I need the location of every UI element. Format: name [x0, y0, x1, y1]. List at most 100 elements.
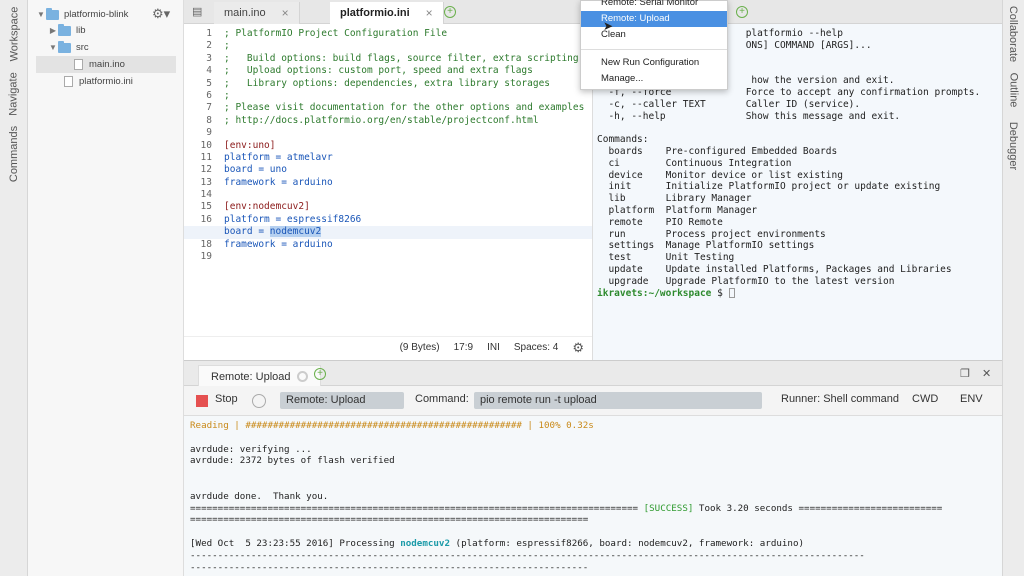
gear-icon[interactable]: ⚙▾: [152, 6, 170, 22]
file-mode[interactable]: INI: [487, 342, 500, 353]
line-number: 14: [200, 189, 212, 201]
close-icon[interactable]: ×: [282, 6, 289, 20]
mouse-cursor-icon: ➤: [603, 19, 614, 33]
new-tab-plus-icon[interactable]: +: [314, 368, 326, 380]
new-tab-plus-icon[interactable]: +: [444, 6, 456, 18]
stop-button[interactable]: Stop: [215, 393, 238, 405]
tree-item-main-ino[interactable]: main.ino: [36, 56, 176, 73]
tab-remote-upload[interactable]: Remote: Upload: [198, 365, 321, 387]
terminal-line: run Process project environments: [597, 228, 826, 240]
code-line: framework = arduino: [224, 176, 333, 188]
new-tab-plus-icon[interactable]: +: [736, 6, 748, 18]
tab-outline[interactable]: Outline: [1002, 68, 1024, 112]
tab-workspace[interactable]: Workspace: [2, 7, 26, 62]
terminal-line: upgrade Upgrade PlatformIO to the latest…: [597, 275, 895, 287]
bottom-panel-tab-bar: Remote: Upload + ❐ ✕: [184, 360, 1002, 387]
output-line: Reading | ##############################…: [190, 420, 594, 431]
close-icon[interactable]: ✕: [982, 367, 991, 380]
tab-main-ino[interactable]: main.ino ×: [214, 2, 300, 24]
chevron-right-icon[interactable]: ▶: [48, 26, 58, 35]
env-button[interactable]: ENV: [960, 393, 983, 405]
output-line: ----------------------------------------…: [190, 549, 865, 561]
tree-item-src[interactable]: ▼ src: [48, 39, 89, 56]
terminal-line: -c, --caller TEXT Caller ID (service).: [597, 98, 861, 110]
tab-label: main.ino: [224, 7, 266, 19]
tab-commands[interactable]: Commands: [2, 126, 26, 182]
terminal-line: init Initialize PlatformIO project or up…: [597, 181, 941, 193]
menu-item-manage[interactable]: Manage...: [581, 71, 727, 87]
code-line: ; Please visit documentation for the oth…: [224, 102, 585, 114]
restart-icon[interactable]: [252, 394, 266, 408]
tab-debugger[interactable]: Debugger: [1002, 120, 1024, 172]
code-line: platform = atmelavr: [224, 151, 333, 163]
terminal-line: platform Platform Manager: [597, 204, 758, 216]
tree-item-project[interactable]: ▼ platformio-blink: [36, 6, 128, 23]
menu-item-new-run-configuration[interactable]: New Run Configuration: [581, 55, 727, 71]
cwd-button[interactable]: CWD: [912, 393, 938, 405]
tab-collaborate[interactable]: Collaborate: [1002, 6, 1024, 62]
terminal-line: test Unit Testing: [597, 252, 735, 264]
success-status: [SUCCESS]: [643, 502, 694, 514]
command-input[interactable]: pio remote run -t upload: [474, 392, 762, 409]
tab-navigate[interactable]: Navigate: [2, 68, 26, 120]
chevron-down-icon[interactable]: ▼: [36, 10, 46, 19]
line-number: 2: [206, 40, 212, 52]
file-icon: [64, 76, 73, 87]
chevron-down-icon[interactable]: ▼: [48, 43, 58, 52]
output-line-success: ========================================…: [184, 503, 1002, 515]
line-number: 10: [200, 139, 212, 151]
line-number: 15: [200, 201, 212, 213]
panel-toggle-icon[interactable]: ▤: [192, 5, 202, 18]
close-icon[interactable]: ×: [426, 6, 433, 20]
line-number: 18: [200, 238, 212, 250]
file-size: (9 Bytes): [399, 342, 440, 353]
tree-item-label: lib: [76, 25, 86, 36]
code-line: ; Library options: dependencies, extra l…: [224, 77, 551, 89]
duration-text: Took 3.20 seconds: [693, 502, 799, 514]
indent-setting[interactable]: Spaces: 4: [514, 342, 558, 353]
tree-item-lib[interactable]: ▶ lib: [48, 22, 86, 39]
folder-icon: [58, 23, 71, 36]
terminal-line: update Update installed Platforms, Packa…: [597, 263, 952, 275]
code-editor[interactable]: 1 2 3 4 5 6 7 8 9 10 11 12 13 14 15 16 1…: [184, 24, 592, 360]
output-line-processing: [Wed Oct 5 23:23:55 2016] Processing nod…: [184, 538, 1002, 550]
tree-item-label: platformio-blink: [64, 9, 129, 20]
code-line: platform = espressif8266: [224, 213, 362, 225]
run-output[interactable]: Reading | ##############################…: [184, 416, 1002, 576]
editor-status-bar: (9 Bytes) 17:9 INI Spaces: 4 ⚙: [184, 336, 592, 358]
line-number: 1: [206, 28, 212, 39]
line-number: 11: [200, 151, 212, 163]
tree-item-platformio-ini[interactable]: platformio.ini: [64, 73, 133, 90]
terminal-cursor: [728, 288, 735, 299]
output-line: avrdude: 2372 bytes of flash verified: [190, 455, 395, 467]
line-number: 5: [206, 77, 212, 89]
restore-icon[interactable]: ❐: [960, 367, 970, 380]
spinner-icon: [296, 371, 308, 382]
line-number: 12: [200, 164, 212, 176]
tab-commands-label: Commands: [8, 125, 20, 183]
stop-icon[interactable]: [196, 395, 208, 407]
folder-icon: [58, 40, 71, 53]
code-content[interactable]: ; PlatformIO Project Configuration File …: [184, 28, 592, 263]
code-line-section: [env:nodemcuv2]: [224, 201, 310, 213]
output-line: ----------------------------------------…: [190, 561, 589, 573]
code-line: ; http://docs.platformio.org/en/stable/p…: [224, 114, 539, 126]
file-icon: [74, 59, 83, 70]
code-line: framework = arduino: [224, 238, 333, 250]
output-line: ========================================…: [190, 514, 589, 526]
output-line: avrdude: verifying ...: [190, 443, 312, 455]
tab-navigate-label: Navigate: [8, 72, 21, 116]
runner-selector[interactable]: Runner: Shell command: [781, 393, 899, 405]
line-number: 4: [206, 65, 212, 77]
run-name-field[interactable]: Remote: Upload: [280, 392, 404, 409]
gear-icon[interactable]: ⚙: [572, 340, 584, 356]
menu-item-remote-serial-monitor[interactable]: Remote: Serial Monitor: [581, 0, 727, 11]
tab-collaborate-label: Collaborate: [1007, 5, 1020, 63]
tab-platformio-ini[interactable]: platformio.ini ×: [330, 2, 444, 24]
line-number: 8: [206, 114, 212, 126]
